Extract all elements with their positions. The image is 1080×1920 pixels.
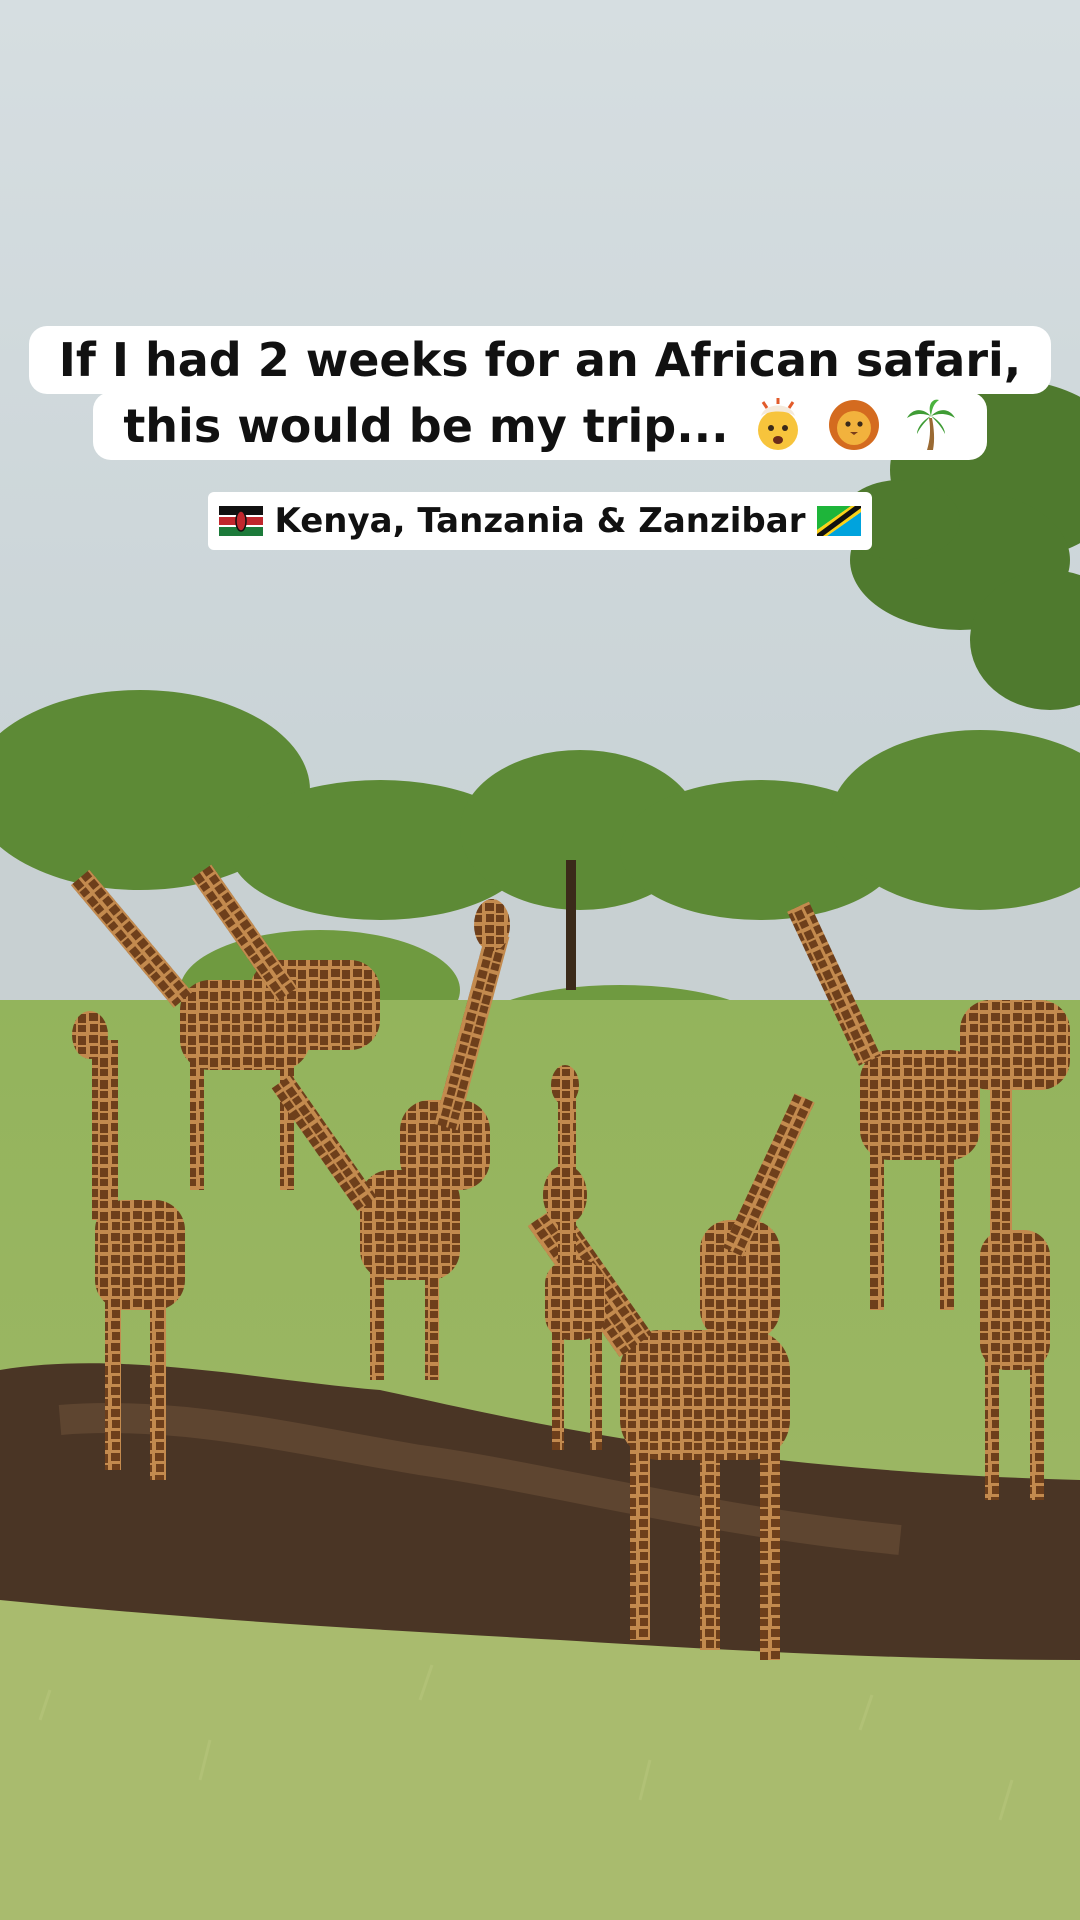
- caption-text-1: If I had 2 weeks for an African safari,: [58, 333, 1022, 387]
- tanzania-flag-icon: [817, 506, 862, 536]
- video-caption: If I had 2 weeks for an African safari, …: [0, 326, 1080, 460]
- caption-line-2: this would be my trip...: [93, 392, 987, 460]
- safari-giraffes-background: [0, 0, 1080, 1920]
- caption-line-1: If I had 2 weeks for an African safari,: [28, 326, 1052, 394]
- palm-tree-emoji-icon: [906, 399, 955, 450]
- lion-face-emoji-icon: [828, 400, 879, 450]
- destination-caption: Kenya, Tanzania & Zanzibar: [208, 492, 872, 550]
- exploding-head-emoji-icon: [757, 398, 798, 450]
- caption-text-2: this would be my trip...: [123, 399, 729, 453]
- destination-text: Kenya, Tanzania & Zanzibar: [274, 501, 806, 541]
- kenya-flag-icon: [218, 506, 263, 536]
